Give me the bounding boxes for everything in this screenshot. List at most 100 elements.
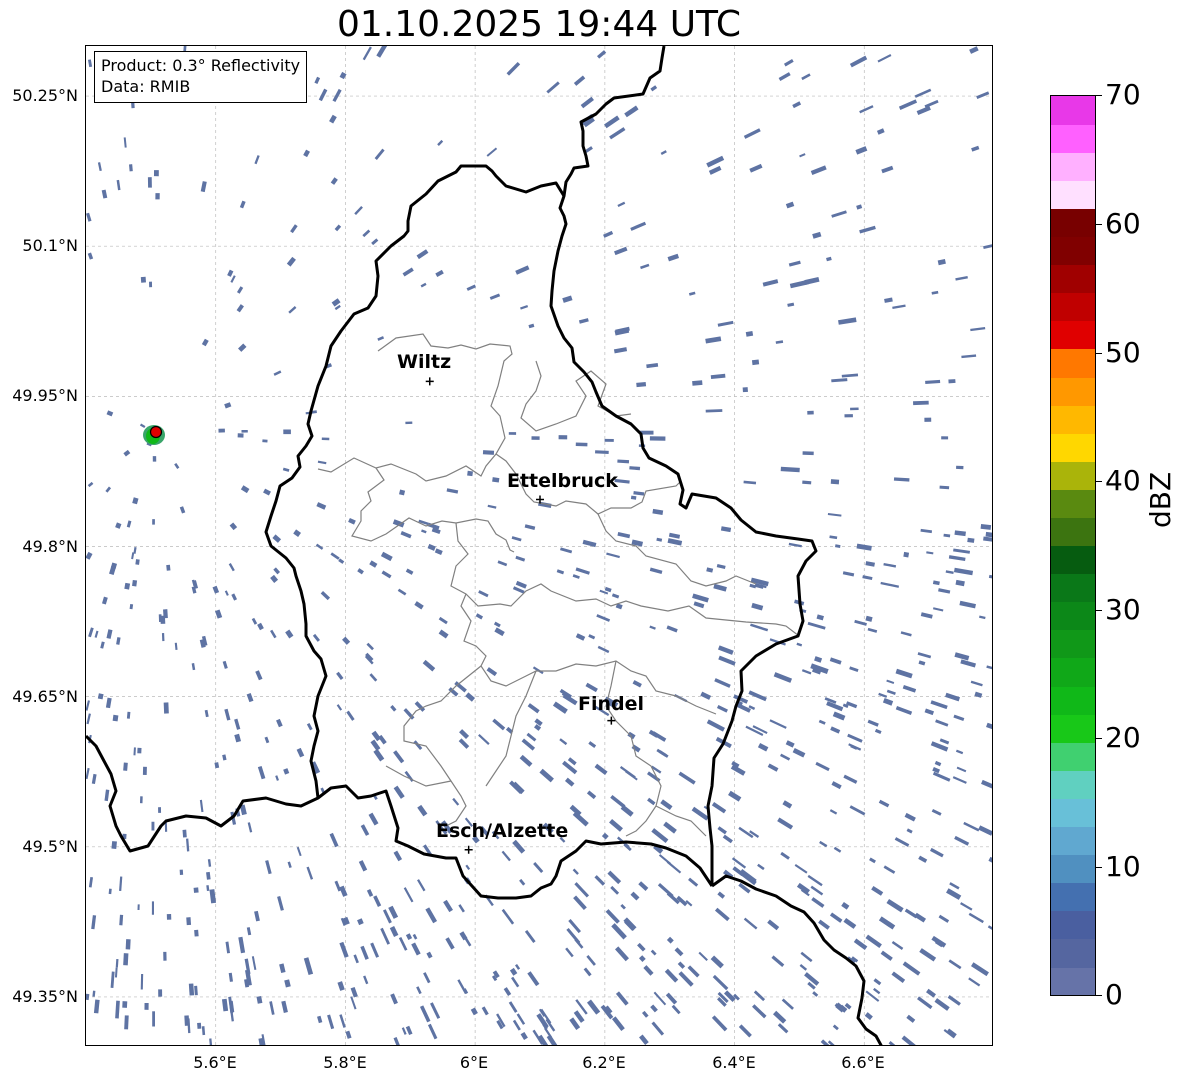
echo-cell	[482, 450, 495, 455]
echo-cell	[835, 544, 841, 548]
echo-cell	[604, 586, 612, 593]
echo-cell	[371, 238, 379, 246]
echo-cell	[532, 666, 544, 675]
echo-cell	[417, 879, 426, 892]
echo-cell	[272, 534, 282, 543]
echo-cell	[785, 740, 795, 748]
echo-cell	[649, 625, 656, 630]
echo-cell	[583, 967, 592, 977]
echo-cell	[420, 282, 427, 288]
echo-cell	[867, 719, 879, 727]
echo-cell	[931, 808, 942, 816]
echo-cell	[338, 558, 345, 564]
echo-cell	[389, 926, 399, 937]
map-canvas	[86, 46, 992, 1045]
echo-cell	[674, 947, 684, 957]
colorbar-segment	[1051, 742, 1095, 771]
echo-cell	[883, 563, 897, 568]
echo-cell	[572, 574, 580, 579]
echo-cell	[163, 951, 167, 961]
colorbar-segment	[1051, 320, 1095, 350]
echo-cell	[97, 693, 104, 700]
lon-tick-label: 5.8°E	[323, 1053, 367, 1072]
echo-cell	[330, 177, 338, 185]
echo-cell	[893, 477, 910, 482]
echo-cell	[465, 692, 476, 702]
echo-cell	[713, 583, 727, 592]
echo-cell	[402, 267, 414, 277]
echo-cell	[838, 317, 857, 325]
echo-cell	[123, 137, 127, 148]
echo-cell	[318, 88, 328, 102]
echo-cell	[954, 652, 970, 661]
echo-cell	[757, 863, 765, 871]
echo-cell	[101, 189, 108, 199]
echo-cell	[516, 1013, 526, 1025]
colorbar-unit-label: dBZ	[1144, 471, 1177, 528]
echo-cell	[151, 821, 155, 831]
echo-cell	[698, 951, 708, 961]
echo-cell	[105, 697, 112, 709]
colorbar-segment	[1051, 405, 1095, 434]
echo-cell	[955, 275, 968, 281]
echo-cell	[926, 988, 936, 998]
echo-cell	[948, 959, 962, 970]
echo-cell	[939, 738, 950, 745]
echo-cell	[161, 633, 165, 642]
echo-cell	[664, 968, 679, 983]
echo-cell	[647, 797, 656, 806]
echo-cell	[508, 1001, 518, 1013]
radar-map[interactable]	[85, 45, 993, 1046]
echo-cell	[508, 432, 517, 435]
echo-cell	[346, 710, 355, 721]
echo-cell	[273, 567, 281, 575]
echo-cell	[666, 625, 678, 633]
echo-cell	[812, 991, 819, 997]
echo-cell	[881, 165, 894, 174]
echo-cell	[799, 153, 806, 158]
echo-cell	[705, 409, 723, 413]
echo-cell	[467, 470, 473, 477]
echo-cell	[501, 908, 515, 925]
echo-cell	[609, 818, 623, 832]
echo-cell	[246, 692, 254, 703]
echo-cell	[277, 896, 284, 911]
echo-cell	[949, 882, 960, 890]
echo-cell	[980, 523, 992, 530]
echo-cell	[401, 1027, 407, 1035]
echo-cell	[906, 828, 913, 834]
echo-cell	[286, 256, 296, 267]
echo-cell	[206, 871, 211, 880]
lat-tick-label: 49.8°N	[22, 537, 78, 556]
echo-cell	[636, 381, 647, 388]
echo-cell	[427, 1023, 438, 1040]
echo-cell	[717, 826, 727, 835]
echo-cell	[818, 919, 830, 930]
echo-cell	[706, 719, 725, 732]
echo-cell	[785, 201, 795, 209]
echo-cell	[519, 878, 526, 886]
echo-cell	[405, 568, 414, 575]
echo-cell	[611, 923, 627, 940]
echo-cell	[780, 466, 800, 473]
echo-cell	[832, 711, 846, 721]
echo-cell	[124, 1015, 129, 1030]
echo-cell	[948, 555, 966, 562]
echo-cell	[360, 824, 370, 836]
echo-cell	[152, 456, 157, 462]
echo-cell	[714, 678, 731, 688]
echo-cell	[847, 733, 863, 743]
echo-cell	[938, 914, 950, 923]
echo-cell	[354, 205, 363, 216]
echo-cell	[101, 596, 108, 605]
echo-cell	[891, 940, 904, 950]
echo-cell	[362, 46, 372, 61]
echo-cell	[595, 450, 609, 454]
echo-cell	[971, 145, 980, 152]
colorbar-segment	[1051, 489, 1095, 518]
echo-cell	[152, 519, 155, 525]
echo-cell	[398, 936, 408, 951]
echo-cell	[254, 910, 260, 922]
echo-cell	[963, 821, 980, 832]
echo-cell	[224, 402, 232, 409]
